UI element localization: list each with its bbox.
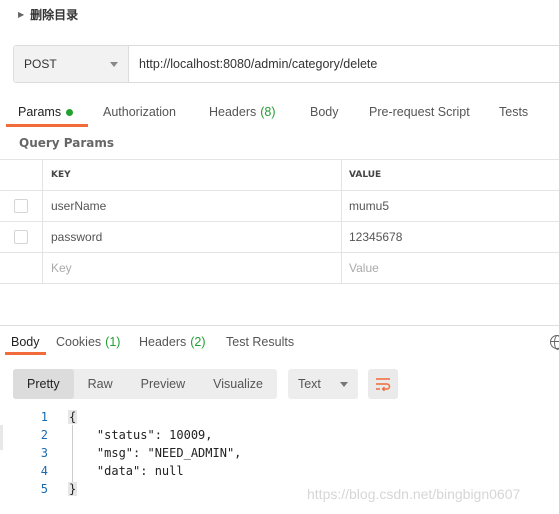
tab-params[interactable]: Params [18,98,74,126]
param-value-input[interactable]: mumu5 [342,191,559,221]
param-checkbox[interactable] [14,230,28,244]
row-checkbox-cell [0,191,43,221]
line-number: 5 [40,482,48,496]
response-tabs: Body Cookies (1) Headers (2) Test Result… [0,330,559,356]
param-checkbox[interactable] [14,199,28,213]
tab-response-headers[interactable]: Headers (2) [139,330,206,354]
row-checkbox-cell [0,253,43,283]
code-text: "data": null [68,464,184,478]
tab-headers-label: Headers [209,105,257,119]
tab-tests-label: Tests [499,105,529,119]
tab-cookies[interactable]: Cookies (1) [56,330,120,354]
preview-button[interactable]: Preview [127,369,199,399]
tab-headers-count: (8) [260,105,276,119]
line-number: 4 [40,464,48,478]
code-line: 2 "status": 10009, [0,426,559,444]
response-view-toolbar: Pretty Raw Preview Visualize Text [13,369,398,399]
tab-cookies-count: (1) [105,335,121,349]
code-line: 3 "msg": "NEED_ADMIN", [0,444,559,462]
caret-right-icon[interactable]: ▶ [18,10,24,19]
format-select[interactable]: Text [287,369,358,399]
tab-response-headers-count: (2) [190,335,206,349]
tab-tests[interactable]: Tests [499,98,528,126]
tab-test-results-label: Test Results [226,335,295,349]
tab-headers[interactable]: Headers (8) [209,98,276,126]
raw-button[interactable]: Raw [74,369,127,399]
chevron-down-icon [110,61,118,67]
table-header-row: KEY VALUE [0,160,559,191]
table-row: userName mumu5 [0,191,559,222]
pretty-button[interactable]: Pretty [13,369,74,399]
tab-response-body[interactable]: Body [11,330,40,354]
method-label: POST [24,57,57,71]
format-select-value: Text [297,377,321,391]
code-line: 4 "data": null [0,462,559,480]
status-dot-icon [66,108,74,116]
request-title[interactable]: ▶ 删除目录 [18,5,78,23]
table-row-new: Key Value [0,253,559,284]
watermark: https://blog.csdn.net/bingbign0607 [307,486,521,502]
wrap-lines-button[interactable] [367,369,398,399]
visualize-button[interactable]: Visualize [199,369,277,399]
tab-prerequest-label: Pre-request Script [369,105,470,119]
code-text: "status": 10009, [68,428,213,442]
active-response-tab-indicator [5,352,46,355]
param-value-input[interactable]: 12345678 [342,222,559,252]
tab-response-body-label: Body [11,335,40,349]
table-row: password 12345678 [0,222,559,253]
param-key-input[interactable]: userName [43,191,342,221]
wrap-lines-icon [375,378,391,391]
request-name: 删除目录 [30,7,79,22]
response-body-editor[interactable]: 1 { 2 "status": 10009, 3 "msg": "NEED_AD… [0,408,559,498]
column-header-value: VALUE [349,170,382,180]
globe-icon[interactable] [550,335,559,350]
column-header-key: KEY [43,160,342,190]
tab-body[interactable]: Body [310,98,339,126]
tab-prerequest-script[interactable]: Pre-request Script [369,98,470,126]
method-select[interactable]: POST [14,46,129,82]
new-key-input[interactable]: Key [43,253,342,283]
code-text: "msg": "NEED_ADMIN", [68,446,242,460]
url-input[interactable]: http://localhost:8080/admin/category/del… [129,46,559,82]
url-text: http://localhost:8080/admin/category/del… [139,57,378,71]
code-line: 1 { [0,408,559,426]
chevron-down-icon [339,381,348,387]
view-mode-group: Pretty Raw Preview Visualize [13,369,277,399]
line-number: 1 [40,410,48,424]
tab-body-label: Body [310,105,339,119]
tab-params-label: Params [18,105,62,119]
url-bar: POST http://localhost:8080/admin/categor… [13,45,559,83]
query-params-heading: Query Params [19,136,115,150]
tab-test-results[interactable]: Test Results [226,330,294,354]
tab-authorization-label: Authorization [103,105,176,119]
tab-authorization[interactable]: Authorization [103,98,176,126]
line-number: 3 [40,446,48,460]
line-number: 2 [40,428,48,442]
query-params-table: KEY VALUE userName mumu5 password 123456… [0,159,559,284]
new-value-input[interactable]: Value [342,253,559,283]
tab-cookies-label: Cookies [56,335,102,349]
pane-divider[interactable] [0,325,559,326]
tab-response-headers-label: Headers [139,335,187,349]
header-checkbox-cell [0,160,43,190]
row-checkbox-cell [0,222,43,252]
code-text: } [68,482,78,496]
code-text: { [68,410,78,424]
param-key-input[interactable]: password [43,222,342,252]
active-tab-indicator [6,124,88,127]
